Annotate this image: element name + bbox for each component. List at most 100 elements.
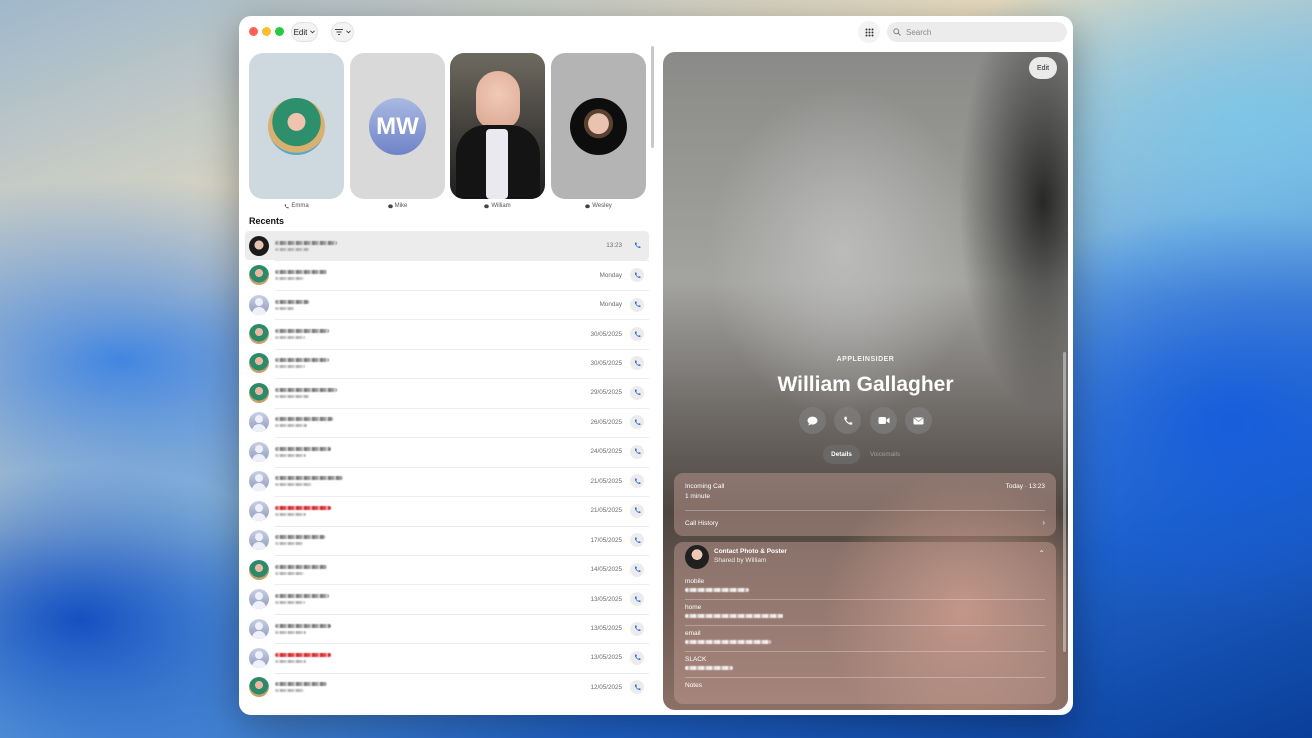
call-button[interactable] [834, 407, 861, 434]
phone-icon [634, 272, 640, 278]
caller-label-redacted [275, 571, 304, 575]
call-back-button[interactable] [630, 327, 644, 342]
caller-label-redacted [275, 601, 305, 605]
phone-icon [634, 596, 640, 602]
video-call-button[interactable] [870, 407, 897, 434]
phone-icon [634, 507, 640, 514]
call-back-button[interactable] [630, 297, 644, 312]
divider [685, 510, 1045, 511]
recent-call-row[interactable]: 30/05/2025 [245, 349, 649, 378]
call-date: 30/05/2025 [590, 330, 622, 338]
row-divider [275, 496, 649, 498]
recent-call-row[interactable]: 24/05/2025 [245, 437, 649, 466]
call-back-button[interactable] [630, 415, 644, 430]
avatar: MW [369, 98, 426, 155]
call-back-button[interactable] [630, 385, 644, 400]
filter-button[interactable] [331, 22, 354, 42]
favorite-card-wesley[interactable] [551, 53, 646, 199]
contact-edit-button[interactable]: Edit [1029, 57, 1057, 79]
edit-button[interactable]: Edit [291, 22, 318, 42]
field-value-home-redacted[interactable] [685, 614, 783, 618]
caller-label-redacted [275, 424, 307, 428]
recent-call-row[interactable]: 21/05/2025 [245, 496, 649, 525]
recent-call-row[interactable]: 21/05/2025 [245, 467, 649, 496]
filter-icon [334, 29, 343, 35]
call-back-button[interactable] [630, 621, 644, 636]
call-history-link[interactable]: Call History [685, 520, 718, 527]
favorite-label: Wesley [551, 203, 646, 209]
caller-info-redacted [275, 358, 590, 369]
contact-photo [476, 71, 520, 129]
recent-call-row[interactable]: 26/05/2025 [245, 408, 649, 437]
tab-details[interactable]: Details [823, 445, 860, 464]
caller-label-redacted [275, 247, 309, 251]
tab-voicemails[interactable]: Voicemails [863, 445, 907, 464]
call-back-button[interactable] [630, 680, 644, 695]
recent-call-row[interactable]: 13/05/2025 [245, 614, 649, 643]
recent-call-row[interactable]: 30/05/2025 [245, 319, 649, 348]
avatar [249, 677, 269, 698]
recent-call-row[interactable]: 17/05/2025 [245, 526, 649, 555]
favorite-card-mike[interactable]: MW [350, 53, 445, 199]
recent-call-row[interactable]: 12/05/2025 [245, 673, 649, 702]
caller-name-redacted [275, 682, 327, 687]
avatar [570, 98, 627, 155]
recent-call-row[interactable]: Monday [245, 290, 649, 319]
call-back-button[interactable] [630, 474, 644, 489]
recent-call-row[interactable]: 13/05/2025 [245, 584, 649, 613]
scrollbar[interactable] [651, 46, 654, 148]
call-back-button[interactable] [630, 592, 644, 607]
search-field[interactable] [887, 22, 1067, 42]
phone-icon [634, 389, 640, 396]
call-back-button[interactable] [630, 238, 644, 253]
mail-icon [913, 416, 924, 424]
recents-heading: Recents [249, 216, 285, 226]
recent-call-row[interactable]: 13/05/2025 [245, 643, 649, 672]
field-value-mobile-redacted[interactable] [685, 588, 749, 592]
call-back-button[interactable] [630, 356, 644, 371]
field-value-slack-redacted[interactable] [685, 666, 733, 670]
recent-call-row[interactable]: 29/05/2025 [245, 378, 649, 407]
keypad-button[interactable] [858, 21, 880, 43]
caller-label-redacted [275, 277, 304, 281]
scrollbar[interactable] [1063, 352, 1066, 652]
mail-button[interactable] [905, 407, 932, 434]
favorite-card-william[interactable] [450, 53, 545, 199]
minimize-window-button[interactable] [262, 27, 271, 36]
message-button[interactable] [799, 407, 826, 434]
zoom-window-button[interactable] [275, 27, 284, 36]
caller-label-redacted [275, 394, 309, 398]
call-back-button[interactable] [630, 533, 644, 548]
phone-icon [634, 301, 640, 308]
recent-call-row[interactable]: 13:23 [245, 231, 649, 261]
phone-icon [634, 478, 640, 484]
poster-title[interactable]: Contact Photo & Poster [714, 548, 787, 555]
call-back-button[interactable] [630, 650, 644, 665]
call-back-button[interactable] [630, 444, 644, 459]
caller-label-redacted [275, 306, 294, 310]
favorite-label: Emma [249, 203, 344, 209]
call-back-button[interactable] [630, 562, 644, 577]
call-date: 26/05/2025 [590, 418, 622, 426]
chevron-down-icon [310, 30, 316, 34]
close-window-button[interactable] [249, 27, 258, 36]
field-value-email-redacted[interactable] [685, 640, 771, 644]
favorite-label: William [450, 203, 545, 209]
avatar [249, 324, 269, 345]
call-back-button[interactable] [630, 503, 644, 518]
call-back-button[interactable] [630, 268, 644, 283]
chevron-updown-icon[interactable]: ⌃ [1038, 549, 1045, 558]
caller-label-redacted [275, 659, 306, 663]
call-date: 13:23 [606, 242, 622, 250]
avatar [249, 471, 269, 492]
avatar [249, 589, 269, 610]
call-date: 30/05/2025 [590, 359, 622, 367]
recent-call-row[interactable]: Monday [245, 260, 649, 289]
favorite-card-emma[interactable] [249, 53, 344, 199]
row-divider [275, 437, 649, 439]
caller-name-redacted [275, 652, 331, 657]
search-input[interactable] [906, 27, 1056, 37]
contact-detail-pane: Edit APPLEINSIDER William Gallagher Deta… [663, 52, 1068, 710]
recent-call-row[interactable]: 14/05/2025 [245, 555, 649, 584]
phone-icon [634, 537, 640, 543]
